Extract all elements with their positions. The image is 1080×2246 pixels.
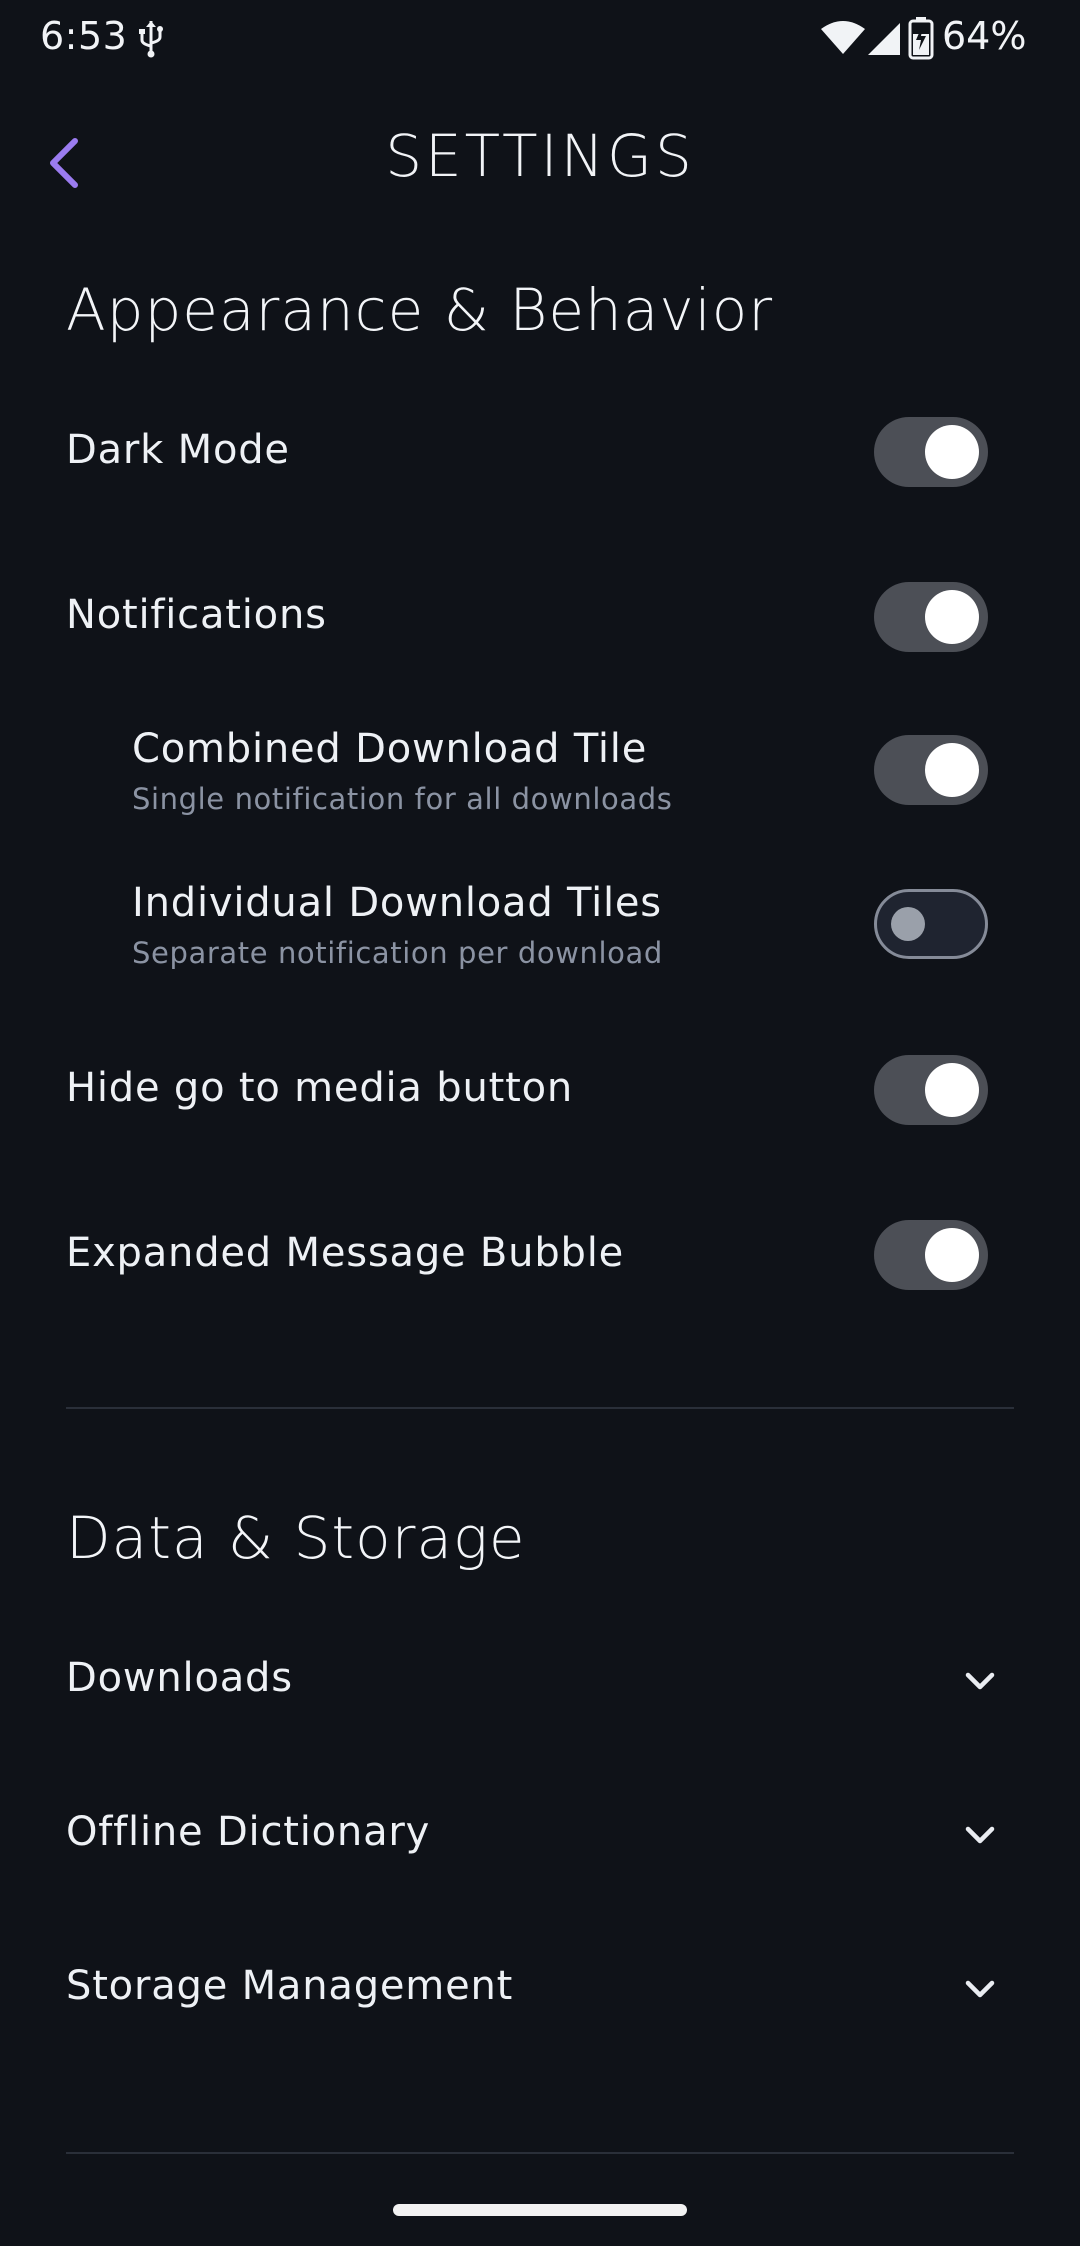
individual-download-tiles-description: Separate notification per download (132, 936, 663, 970)
storage-management-label: Storage Management (66, 1963, 514, 2009)
wifi-icon (821, 21, 865, 54)
battery-percent: 64% (942, 14, 1027, 58)
setting-row-hide-go-to-media: Hide go to media button (0, 1038, 1080, 1142)
section-divider (66, 2152, 1014, 2154)
expandable-row-downloads[interactable]: Downloads (0, 1630, 1080, 1730)
toggle-thumb (891, 907, 925, 941)
cell-signal-icon (868, 23, 900, 55)
toggle-thumb (925, 425, 979, 479)
status-bar: 6:53 64% (0, 0, 1080, 80)
hide-go-to-media-toggle[interactable] (874, 1055, 988, 1125)
usb-icon (139, 21, 163, 58)
section-title-appearance: Appearance & Behavior (66, 276, 774, 344)
notifications-toggle[interactable] (874, 582, 988, 652)
combined-download-tile-toggle[interactable] (874, 735, 988, 805)
setting-row-notifications: Notifications (0, 565, 1080, 669)
combined-download-tile-description: Single notification for all downloads (132, 782, 673, 816)
chevron-down-icon (965, 1826, 995, 1844)
section-title-data-storage: Data & Storage (66, 1504, 526, 1572)
dark-mode-label: Dark Mode (66, 427, 290, 473)
setting-row-individual-download-tiles: Individual Download Tiles Separate notif… (0, 872, 1080, 982)
setting-row-dark-mode: Dark Mode (0, 400, 1080, 504)
toggle-thumb (925, 590, 979, 644)
hide-go-to-media-label: Hide go to media button (66, 1065, 573, 1111)
downloads-label: Downloads (66, 1655, 293, 1701)
status-time: 6:53 (40, 14, 128, 58)
combined-download-tile-label: Combined Download Tile (132, 726, 648, 772)
expanded-message-bubble-toggle[interactable] (874, 1220, 988, 1290)
page-title: SETTINGS (385, 122, 695, 190)
battery-charging-icon (908, 17, 934, 60)
notifications-label: Notifications (66, 592, 327, 638)
setting-row-expanded-message-bubble: Expanded Message Bubble (0, 1203, 1080, 1307)
dark-mode-toggle[interactable] (874, 417, 988, 487)
toggle-thumb (925, 743, 979, 797)
expandable-row-offline-dictionary[interactable]: Offline Dictionary (0, 1784, 1080, 1884)
expandable-row-storage-management[interactable]: Storage Management (0, 1938, 1080, 2038)
toggle-thumb (925, 1063, 979, 1117)
individual-download-tiles-label: Individual Download Tiles (132, 880, 662, 926)
settings-screen: 6:53 64% SETTINGS Appearance & Behavior … (0, 0, 1080, 2246)
toggle-thumb (925, 1228, 979, 1282)
offline-dictionary-label: Offline Dictionary (66, 1809, 431, 1855)
gesture-nav-handle[interactable] (393, 2204, 687, 2216)
chevron-down-icon (965, 1980, 995, 1998)
setting-row-combined-download-tile: Combined Download Tile Single notificati… (0, 718, 1080, 828)
expanded-message-bubble-label: Expanded Message Bubble (66, 1230, 625, 1276)
individual-download-tiles-toggle[interactable] (874, 889, 988, 959)
chevron-down-icon (965, 1672, 995, 1690)
section-divider (66, 1407, 1014, 1409)
